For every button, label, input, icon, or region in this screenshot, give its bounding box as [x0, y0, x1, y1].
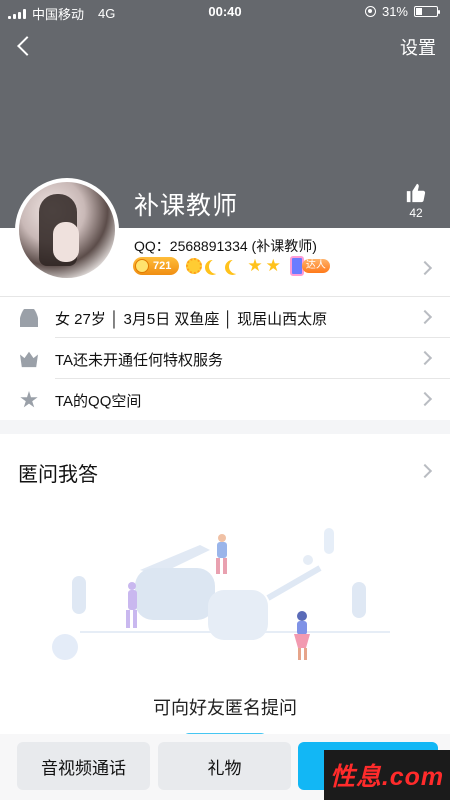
level-badges[interactable]: 721 ★ ★ 达人	[133, 256, 330, 276]
chevron-right-icon	[417, 463, 433, 479]
watermark-text: 性息.com	[329, 763, 445, 791]
status-right: 31%	[364, 4, 440, 19]
chevron-right-icon	[417, 309, 433, 325]
empty-state-illustration	[52, 528, 390, 660]
like-button[interactable]: 42	[402, 182, 430, 220]
crown-icon	[20, 351, 38, 368]
qa-empty-text: 可向好友匿名提问	[153, 698, 297, 718]
moon-icon	[229, 259, 244, 274]
star-icon: ★	[247, 256, 263, 275]
settings-button[interactable]: 设置	[400, 34, 436, 60]
like-count: 42	[409, 206, 423, 220]
battery-percent: 31%	[381, 4, 408, 19]
person-icon	[20, 309, 38, 327]
battery-icon	[414, 6, 440, 17]
sun-icon	[186, 258, 203, 274]
info-row-privilege[interactable]: TA还未开通任何特权服务	[0, 338, 450, 379]
battery-fill	[416, 8, 423, 15]
privilege-text: TA还未开通任何特权服务	[55, 352, 224, 369]
back-button[interactable]	[12, 32, 42, 62]
level-badge: 721	[133, 257, 180, 275]
av-call-button[interactable]: 音视频通话	[17, 742, 150, 790]
gift-button[interactable]: 礼物	[158, 742, 291, 790]
moon-icon	[209, 259, 224, 274]
orientation-lock-icon	[364, 6, 376, 17]
daren-label: 达人	[301, 259, 330, 273]
qq-number: QQ：2568891334 (补课教师)	[134, 238, 317, 254]
daren-badge: 达人	[289, 256, 330, 276]
thumbs-up-icon	[406, 183, 426, 203]
watermark: 性息.com	[324, 750, 450, 800]
nickname: 补课教师	[134, 192, 239, 220]
star-icon	[20, 391, 38, 408]
qzone-text: TA的QQ空间	[55, 393, 142, 410]
chevron-right-icon	[417, 350, 433, 366]
basic-info-text: 女 27岁 │ 3月5日 双鱼座 │ 现居山西太原	[55, 311, 328, 328]
avatar-image	[19, 182, 115, 278]
section-gap	[0, 420, 450, 434]
star-icon: ★	[265, 256, 281, 275]
info-row-basic[interactable]: 女 27岁 │ 3月5日 双鱼座 │ 现居山西太原	[0, 297, 450, 338]
info-row-qzone[interactable]: TA的QQ空间	[0, 379, 450, 420]
avatar[interactable]	[15, 178, 119, 282]
level-number: 721	[153, 260, 172, 272]
crown-coin-icon	[135, 259, 149, 273]
status-bar: 中国移动 4G 00:40 31%	[0, 0, 450, 24]
chevron-right-icon	[417, 260, 433, 276]
qa-section-title[interactable]: 匿问我答	[18, 458, 98, 487]
chevron-right-icon	[417, 391, 433, 407]
